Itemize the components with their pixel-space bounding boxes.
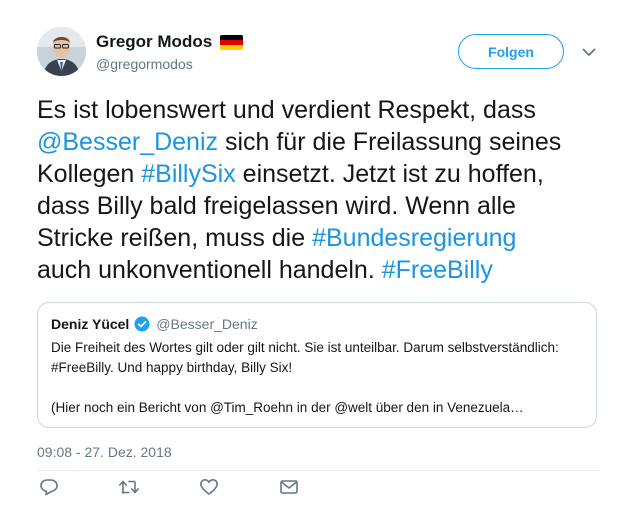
tweet-text-line: auch unkonventionell handeln. #FreeBilly	[37, 254, 607, 286]
direct-message-button[interactable]	[277, 476, 301, 498]
quoted-tweet-line	[51, 378, 596, 398]
chevron-down-icon[interactable]	[579, 44, 599, 60]
avatar[interactable]	[37, 27, 86, 76]
author-name[interactable]: Gregor Modos	[96, 32, 244, 52]
tweet-text-line: dass Billy bald freigelassen wird. Wenn …	[37, 190, 607, 222]
quoted-tweet-text: Die Freiheit des Wortes gilt oder gilt n…	[51, 338, 596, 418]
hashtag-link[interactable]: #Bundesregierung	[312, 224, 516, 252]
tweet-text-segment: sich für die Freilassung seines	[218, 128, 562, 156]
divider	[37, 470, 599, 471]
tweet-timestamp[interactable]: 09:08 - 27. Dez. 2018	[37, 444, 172, 460]
hashtag-link[interactable]: #BillySix	[141, 160, 235, 188]
tweet-text-segment: auch unkonventionell handeln.	[37, 256, 382, 284]
like-button[interactable]	[197, 476, 221, 498]
quoted-author-name: Deniz Yücel	[51, 316, 130, 332]
mention-link[interactable]: @Besser_Deniz	[37, 128, 218, 156]
flag-stripe-gold	[220, 44, 244, 50]
quoted-tweet[interactable]: Deniz Yücel @Besser_Deniz Die Freiheit d…	[37, 302, 597, 428]
tweet-text-line: Kollegen #BillySix einsetzt. Jetzt ist z…	[37, 158, 607, 190]
heart-icon	[200, 479, 218, 495]
follow-button[interactable]: Folgen	[458, 34, 564, 69]
quoted-tweet-line: #FreeBilly. Und happy birthday, Billy Si…	[51, 360, 293, 375]
tweet-text-segment: Kollegen	[37, 160, 142, 188]
verified-badge-icon	[134, 316, 150, 332]
germany-flag-icon	[220, 34, 244, 50]
tweet: Gregor Modos @gregormodos Folgen Es ist …	[0, 0, 636, 522]
tweet-text: Es ist lobenswert und verdient Respekt, …	[37, 94, 607, 286]
tweet-text-segment: Es ist lobenswert und verdient Respekt, …	[37, 96, 536, 124]
quoted-author-handle: @Besser_Deniz	[156, 316, 258, 332]
hashtag-link[interactable]: #FreeBilly	[382, 256, 493, 284]
tweet-text-line: Es ist lobenswert und verdient Respekt, …	[37, 94, 607, 126]
tweet-text-line: Stricke reißen, muss die #Bundesregierun…	[37, 222, 607, 254]
reply-icon	[40, 479, 58, 496]
author-handle[interactable]: @gregormodos	[96, 56, 193, 72]
tweet-actions	[37, 476, 337, 498]
retweet-icon	[119, 480, 139, 494]
author-name-text[interactable]: Gregor Modos	[96, 32, 212, 52]
tweet-text-line: @Besser_Deniz sich für die Freilassung s…	[37, 126, 607, 158]
tweet-text-segment: dass Billy bald freigelassen wird. Wenn …	[37, 192, 516, 220]
tweet-text-segment: einsetzt. Jetzt ist zu hoffen,	[235, 160, 544, 188]
envelope-icon	[280, 480, 298, 494]
reply-button[interactable]	[37, 476, 61, 498]
retweet-button[interactable]	[117, 476, 141, 498]
quoted-tweet-line: Die Freiheit des Wortes gilt oder gilt n…	[51, 340, 559, 355]
tweet-text-segment: Stricke reißen, muss die	[37, 224, 313, 252]
quoted-tweet-header: Deniz Yücel @Besser_Deniz	[51, 316, 596, 332]
quoted-tweet-line: (Hier noch ein Bericht von @Tim_Roehn in…	[51, 400, 524, 415]
